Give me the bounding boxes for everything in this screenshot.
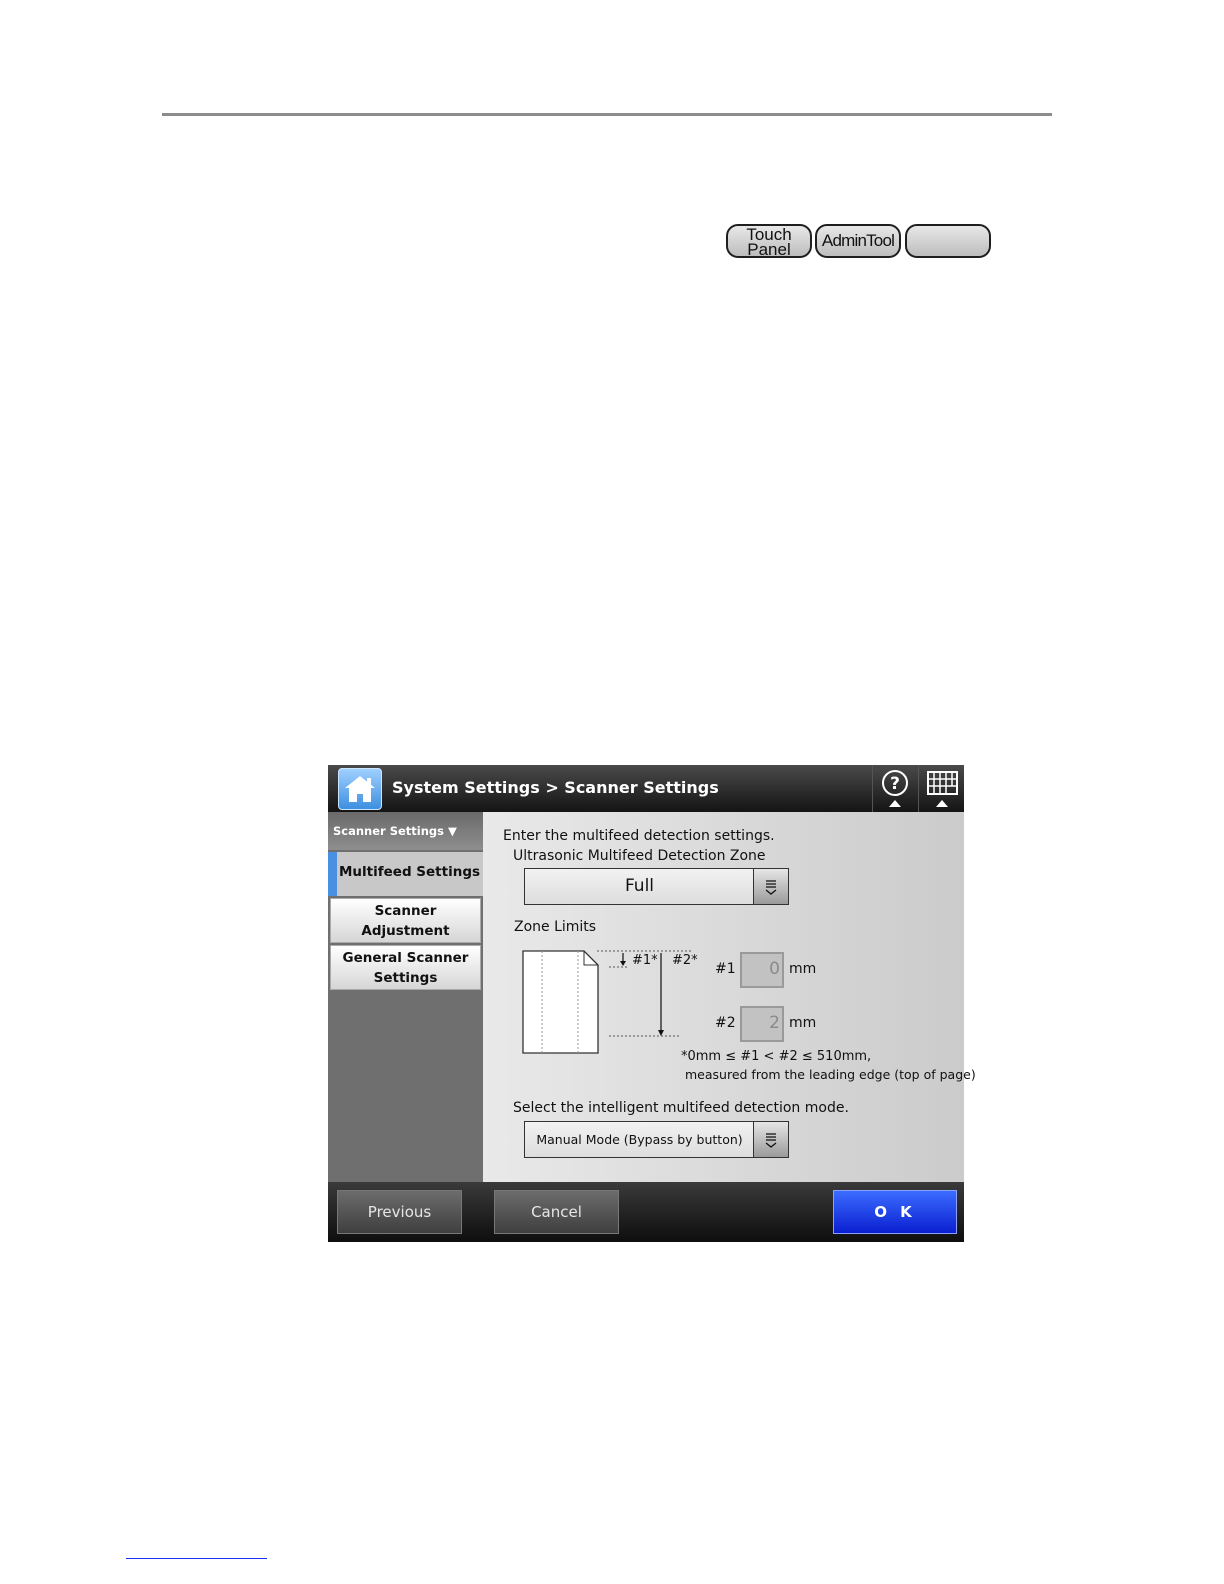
touch-panel-badge: Touch Panel <box>726 224 812 258</box>
zone-limits-diagram: #1* #2* <box>522 950 698 1054</box>
mode-dropdown-button[interactable] <box>753 1122 788 1157</box>
intro-text: Enter the multifeed detection settings. <box>503 828 775 844</box>
ok-button[interactable]: O K <box>833 1190 957 1234</box>
limit1-input[interactable]: 0 <box>740 952 784 988</box>
dropdown-icon <box>765 880 777 895</box>
limit2-unit: mm <box>789 1015 817 1031</box>
limits-note-line2: measured from the leading edge (top of p… <box>685 1067 976 1082</box>
scanner-settings-screen: System Settings > Scanner Settings ? Sca… <box>328 765 976 1242</box>
zone-label: Ultrasonic Multifeed Detection Zone <box>513 848 766 864</box>
settings-content: Enter the multifeed detection settings. … <box>483 812 976 1182</box>
sidebar: Scanner Settings ▼ Multifeed Settings Sc… <box>328 812 483 1182</box>
previous-button[interactable]: Previous <box>337 1190 462 1234</box>
header-rule <box>162 113 1052 116</box>
zone-select-value: Full <box>624 876 655 896</box>
limit2-input[interactable]: 2 <box>740 1006 784 1042</box>
zone-limits-label: Zone Limits <box>514 919 597 935</box>
zone-dropdown-button[interactable] <box>753 869 788 904</box>
limit2-label: #2 <box>715 1015 736 1031</box>
keyboard-button[interactable] <box>918 765 965 812</box>
dropdown-icon <box>765 1133 777 1148</box>
svg-text:?: ? <box>890 774 900 794</box>
blank-badge <box>905 224 991 258</box>
diagram-label-2: #2* <box>672 953 698 968</box>
sidebar-item-multifeed-settings[interactable]: Multifeed Settings <box>328 852 483 896</box>
sidebar-header[interactable]: Scanner Settings ▼ <box>328 812 483 850</box>
limit1-label: #1 <box>715 961 736 977</box>
help-button[interactable]: ? <box>872 765 917 812</box>
limits-note-line1: *0mm ≤ #1 < #2 ≤ 510mm, <box>681 1049 872 1064</box>
home-button[interactable] <box>338 768 382 810</box>
diagram-label-1: #1* <box>632 953 658 968</box>
sidebar-item-general-scanner-settings[interactable]: General Scanner Settings <box>330 945 481 990</box>
mode-select-value: Manual Mode (Bypass by button) <box>536 1132 743 1147</box>
cancel-button[interactable]: Cancel <box>494 1190 619 1234</box>
limit1-unit: mm <box>789 961 817 977</box>
keyboard-icon <box>927 771 958 807</box>
breadcrumb: System Settings > Scanner Settings <box>392 778 719 797</box>
sidebar-item-scanner-adjustment[interactable]: Scanner Adjustment <box>330 898 481 943</box>
home-icon <box>345 776 375 802</box>
mode-label: Select the intelligent multifeed detecti… <box>513 1100 849 1116</box>
footnote-rule <box>126 1558 267 1559</box>
admin-tool-badge: AdminTool <box>815 224 901 258</box>
title-bar: System Settings > Scanner Settings ? <box>328 765 964 812</box>
help-icon: ? <box>882 770 908 807</box>
zone-select[interactable]: Full <box>524 868 789 905</box>
mode-select[interactable]: Manual Mode (Bypass by button) <box>524 1121 789 1158</box>
action-bar: Previous Cancel O K <box>328 1182 964 1242</box>
